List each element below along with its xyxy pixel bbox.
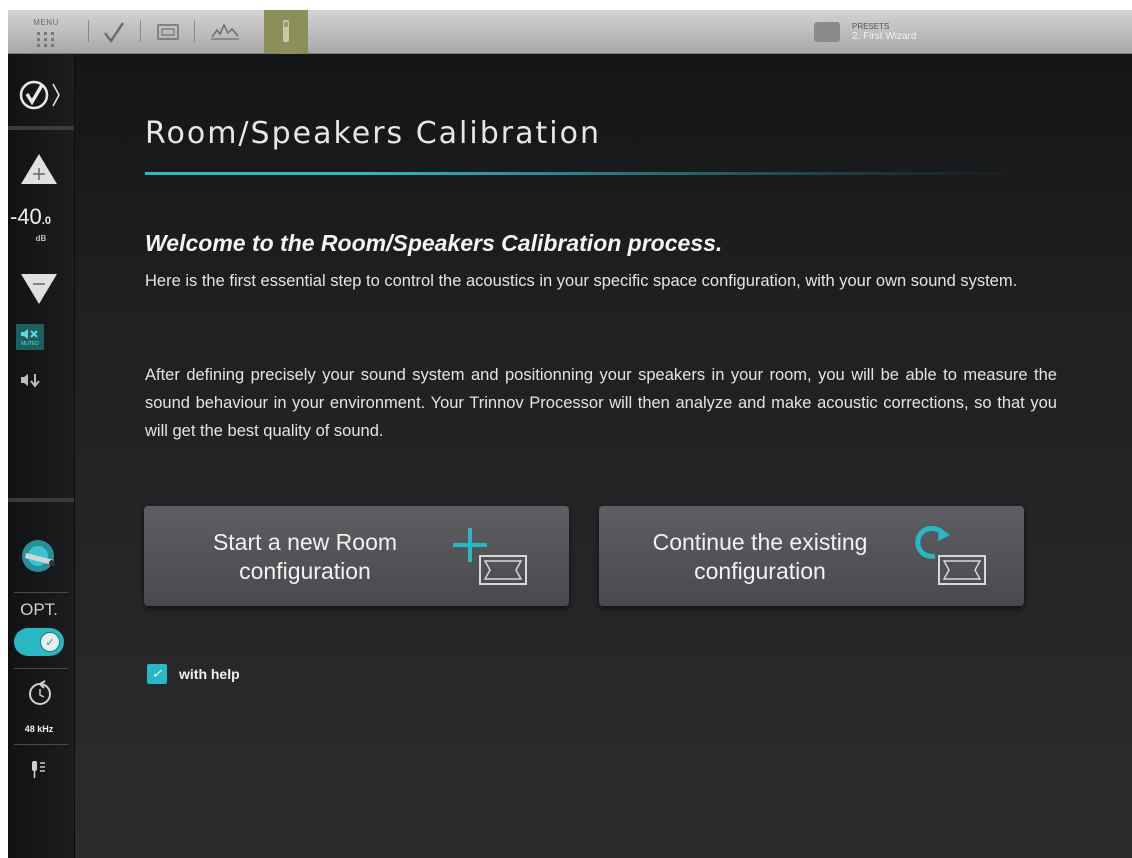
input-label: OPT.: [20, 600, 58, 619]
separator: [88, 20, 89, 42]
microphone-level-icon: [32, 761, 45, 778]
description-paragraph: After defining precisely your sound syst…: [145, 366, 1057, 440]
separator: [140, 20, 141, 42]
volume-dim-button[interactable]: [20, 372, 42, 393]
speaker-muted-icon: [21, 328, 38, 339]
divider: [8, 498, 74, 502]
optical-connector-icon: [22, 540, 55, 572]
start-button-label: Start a new Room configuration: [212, 529, 398, 584]
sync-icon: [29, 680, 51, 705]
toggle-knob: ✓: [40, 632, 60, 652]
grid-icon: [37, 32, 55, 47]
room-icon: [157, 23, 179, 40]
mic-status-button[interactable]: [30, 760, 48, 785]
continue-button-label: Continue the existing configuration: [652, 529, 868, 584]
folder-icon: [814, 21, 840, 42]
microphone-icon: [283, 19, 289, 42]
intro-paragraph: Here is the first essential step to cont…: [145, 272, 1018, 290]
volume-up-button[interactable]: [19, 152, 59, 191]
divider: [14, 744, 68, 745]
speaker-down-icon: [21, 374, 40, 388]
refresh-room-icon: [915, 526, 986, 585]
top-bar: MENU PRESETS 2. First Wizard: [8, 10, 1132, 54]
new-room-icon: [453, 528, 527, 585]
volume-readout: -40.0: [10, 204, 51, 229]
triangle-up-plus-icon: [21, 154, 57, 184]
presets-selector[interactable]: PRESETS 2. First Wizard: [814, 10, 1004, 53]
volume-unit: dB: [35, 234, 47, 243]
frequency-response-icon: [211, 22, 239, 40]
mute-label: MUTED: [21, 340, 39, 347]
with-help-option[interactable]: ✓ with help: [147, 664, 240, 684]
separator: [194, 20, 195, 42]
sample-rate-label: 48 kHz: [24, 724, 54, 734]
logo-check-icon: [19, 80, 60, 110]
presets-label: PRESETS: [852, 21, 890, 31]
with-help-checkbox[interactable]: ✓: [147, 664, 167, 684]
check-tab[interactable]: [94, 10, 134, 53]
divider: [8, 126, 74, 130]
volume-down-button[interactable]: [19, 272, 59, 311]
menu-label: MENU: [33, 18, 59, 27]
divider: [14, 668, 68, 669]
input-source-button[interactable]: [18, 536, 62, 581]
with-help-label: with help: [179, 666, 240, 682]
presets-value: 2. First Wizard: [852, 30, 917, 42]
response-tab[interactable]: [202, 10, 248, 53]
main-content: Room/Speakers Calibration Welcome to the…: [75, 54, 1132, 858]
microphone-tab[interactable]: [264, 10, 308, 53]
welcome-heading: Welcome to the Room/Speakers Calibration…: [145, 230, 723, 256]
triangle-down-minus-icon: [21, 274, 57, 304]
sidebar: -40.0 dB MUTED OPT. ✓ 48 kHz: [8, 54, 75, 858]
app-window: MENU PRESETS 2. First Wizard -40.0 dB MU…: [8, 10, 1132, 858]
mute-button[interactable]: MUTED: [16, 324, 44, 350]
room-tab[interactable]: [148, 10, 188, 53]
divider: [14, 592, 68, 593]
page-title: Room/Speakers Calibration: [145, 116, 601, 151]
menu-button[interactable]: MENU: [26, 10, 66, 53]
checkmark-icon: [104, 21, 125, 43]
start-new-configuration-button[interactable]: Start a new Room configuration: [144, 506, 569, 606]
continue-configuration-button[interactable]: Continue the existing configuration: [599, 506, 1024, 606]
title-underline: [145, 172, 1025, 175]
trinnov-logo[interactable]: [18, 78, 62, 112]
sync-button[interactable]: [26, 680, 54, 713]
input-toggle[interactable]: ✓: [14, 628, 64, 656]
